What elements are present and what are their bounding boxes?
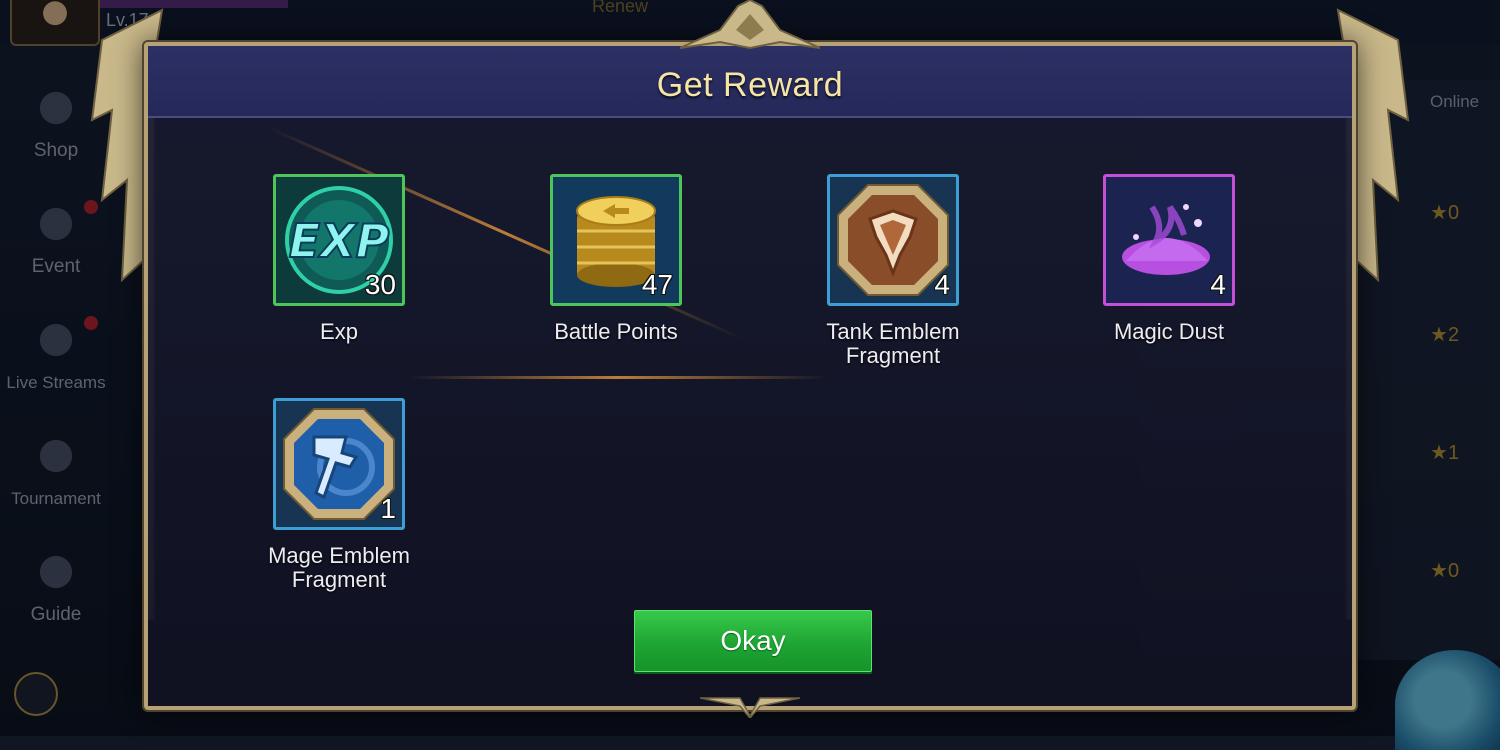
top-crest-ornament xyxy=(680,0,820,50)
reward-dialog: Get Reward EXP 30 Exp 47 Battle Points 4… xyxy=(144,42,1356,710)
reward-name: Mage Emblem Fragment xyxy=(268,543,410,592)
okay-button[interactable]: Okay xyxy=(634,610,872,672)
reward-count: 1 xyxy=(380,493,396,524)
reward-item-exp[interactable]: EXP 30 Exp xyxy=(239,174,439,344)
reward-count: 47 xyxy=(641,269,673,300)
reward-name: Magic Dust xyxy=(1113,319,1225,344)
reward-name: Exp xyxy=(320,319,358,344)
reward-name: Tank Emblem Fragment xyxy=(826,319,960,368)
light-streak xyxy=(408,376,828,379)
reward-count: 4 xyxy=(934,269,950,300)
reward-count: 30 xyxy=(364,269,396,300)
reward-item-mage-emblem-fragment[interactable]: 1 Mage Emblem Fragment xyxy=(239,398,439,592)
reward-icon-frame: 4 xyxy=(827,174,959,306)
reward-item-battle-points[interactable]: 47 Battle Points xyxy=(516,174,716,344)
bottom-crest-ornament xyxy=(700,697,800,718)
reward-count: 4 xyxy=(1210,269,1226,300)
reward-name: Battle Points xyxy=(554,319,678,344)
reward-icon-frame: 4 xyxy=(1103,174,1235,306)
reward-icon-frame: 1 xyxy=(273,398,405,530)
reward-icon-frame: EXP 30 xyxy=(273,174,405,306)
dialog-title: Get Reward xyxy=(656,66,844,104)
reward-item-magic-dust[interactable]: 4 Magic Dust xyxy=(1069,174,1269,344)
svg-text:EXP: EXP xyxy=(289,214,390,268)
dialog-header: Get Reward xyxy=(148,46,1352,118)
reward-icon-frame: 47 xyxy=(550,174,682,306)
reward-item-tank-emblem-fragment[interactable]: 4 Tank Emblem Fragment xyxy=(793,174,993,368)
